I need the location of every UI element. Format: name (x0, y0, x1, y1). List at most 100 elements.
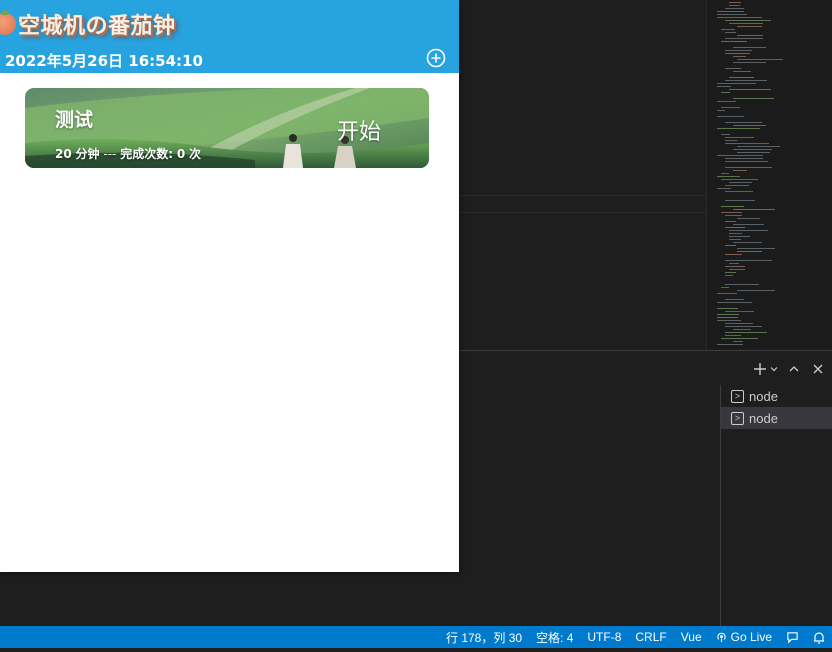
minimap-code-line (725, 323, 753, 324)
minimap-code-line (725, 68, 741, 69)
minimap-code-line (721, 338, 758, 339)
pomodoro-app-window: 空城机の番茄钟 2022年5月26日 16:54:10 测试 20 分钟 ---… (0, 0, 459, 572)
minimap-code-line (725, 167, 772, 168)
minimap-code-line (725, 53, 750, 54)
terminal-item-active[interactable]: > node (721, 407, 832, 429)
minimap-code-line (725, 185, 749, 186)
minimap-code-line (717, 320, 741, 321)
app-title-row: 空城机の番茄钟 (0, 6, 176, 42)
minimap-code-line (725, 32, 736, 33)
editor-divider (459, 212, 705, 213)
minimap-code-line (729, 5, 740, 6)
feedback-button[interactable] (779, 626, 806, 648)
bell-icon (814, 631, 824, 644)
terminal-icon: > (731, 411, 744, 425)
task-card[interactable]: 测试 20 分钟 --- 完成次数: 0 次 开始 (25, 88, 429, 168)
minimap-code-line (725, 38, 763, 39)
minimap-code-line (729, 77, 754, 78)
minimap-code-line (725, 143, 769, 144)
cursor-position[interactable]: 行 178，列 30 (439, 626, 529, 648)
minimap-code-line (717, 128, 760, 129)
minimap-code-line (725, 299, 744, 300)
add-task-button[interactable] (426, 48, 446, 68)
minimap-code-line (721, 206, 744, 207)
language-mode[interactable]: Vue (674, 626, 709, 648)
start-button[interactable]: 开始 (337, 114, 381, 146)
minimap-code-line (729, 23, 763, 24)
minimap-code-line (737, 248, 775, 249)
minimap-code-line (725, 221, 736, 222)
minimap-code-line (717, 101, 736, 102)
minimap-code-line (729, 239, 741, 240)
minimap-code-line (733, 242, 762, 243)
minimap-code-line (733, 224, 764, 225)
minimap-code-line (737, 146, 780, 147)
notifications-button[interactable] (806, 626, 832, 648)
minimap-code-line (725, 266, 745, 267)
minimap-code-line (717, 17, 762, 18)
minimap-code-line (725, 215, 742, 216)
minimap-code-line (725, 335, 741, 336)
broadcast-icon (716, 632, 726, 642)
minimap-code-line (717, 83, 756, 84)
minimap-code-line (729, 2, 741, 3)
minimap-code-line (717, 155, 763, 156)
close-panel-button[interactable] (808, 359, 828, 379)
minimap-code-line (725, 227, 745, 228)
minimap-code-line (725, 326, 762, 327)
editor-divider (459, 195, 705, 196)
maximize-panel-button[interactable] (784, 359, 804, 379)
minimap-code-line (717, 14, 747, 15)
minimap-code-line (717, 344, 743, 345)
minimap-code-line (733, 125, 766, 126)
minimap-code-line (725, 254, 742, 255)
minimap-code-line (717, 11, 744, 12)
minimap-code-line (725, 284, 759, 285)
completed-label: 完成次数: (120, 147, 174, 161)
chevron-up-icon (789, 366, 799, 372)
minimap-code-line (733, 341, 743, 342)
minimap-code-line (729, 236, 750, 237)
minimap-code-line (725, 200, 755, 201)
minimap-code-line (733, 149, 772, 150)
minimap-code-line (725, 275, 733, 276)
minimap-code-line (721, 41, 747, 42)
editor-minimap[interactable] (706, 0, 832, 350)
minimap-code-line (737, 35, 763, 36)
go-live-button[interactable]: Go Live (709, 626, 779, 648)
minimap-code-line (721, 287, 729, 288)
minimap-code-line (737, 251, 762, 252)
minimap-code-line (725, 8, 744, 9)
minimap-code-line (733, 71, 751, 72)
minimap-code-line (737, 26, 762, 27)
minimap-code-line (717, 314, 739, 315)
terminal-icon: > (731, 389, 744, 403)
bottom-strip (0, 648, 832, 652)
new-terminal-button[interactable] (750, 359, 770, 379)
minimap-code-line (733, 98, 774, 99)
minimap-code-line (725, 245, 736, 246)
minimap-code-line (721, 29, 735, 30)
status-bar: 行 178，列 30 空格: 4 UTF-8 CRLF Vue Go Live (0, 626, 832, 648)
minimap-code-line (725, 80, 767, 81)
minimap-code-line (733, 170, 747, 171)
eol-setting[interactable]: CRLF (628, 626, 673, 648)
terminal-item[interactable]: > node (721, 385, 832, 407)
minimap-code-line (717, 308, 738, 309)
indentation-setting[interactable]: 空格: 4 (529, 626, 580, 648)
minimap-code-line (725, 137, 754, 138)
minimap-code-line (729, 230, 768, 231)
minimap-code-line (721, 179, 758, 180)
terminal-instance-list: > node > node (720, 385, 832, 627)
minimap-code-line (733, 56, 746, 57)
minimap-code-line (729, 89, 771, 90)
minimap-code-line (725, 260, 772, 261)
minimap-code-line (729, 269, 745, 270)
task-meta: 20 分钟 --- 完成次数: 0 次 (55, 145, 201, 162)
encoding-setting[interactable]: UTF-8 (580, 626, 628, 648)
minimap-code-line (725, 158, 763, 159)
terminal-dropdown-button[interactable] (768, 359, 780, 379)
minimap-code-line (737, 152, 770, 153)
minimap-code-line (725, 122, 762, 123)
task-duration: 20 (55, 147, 72, 161)
